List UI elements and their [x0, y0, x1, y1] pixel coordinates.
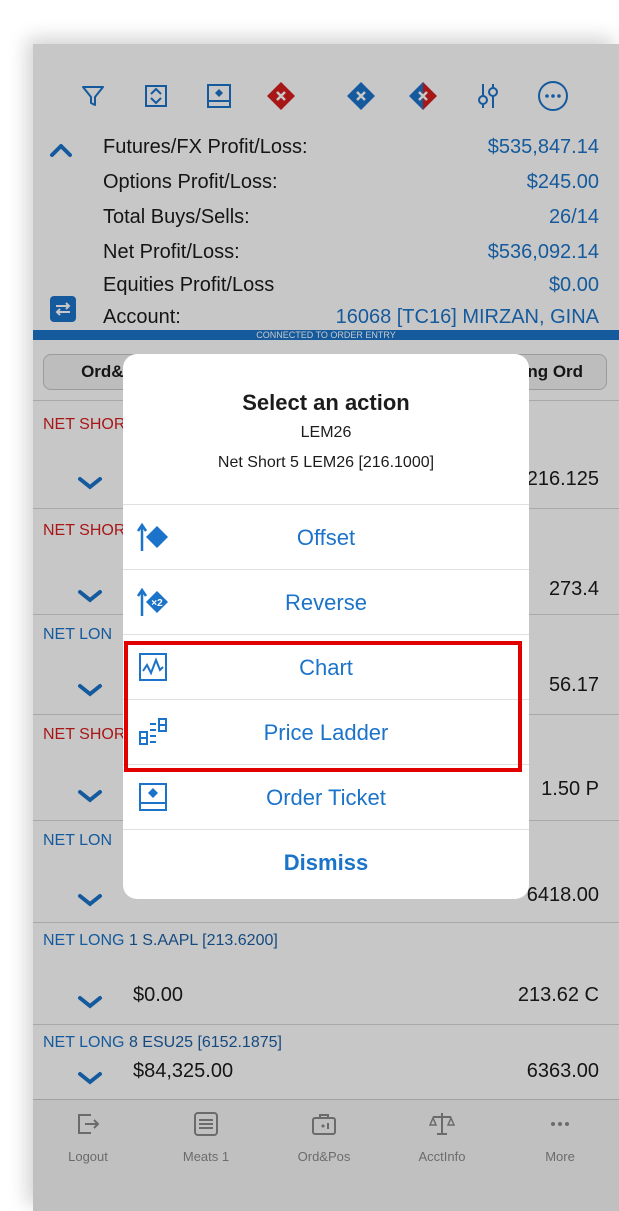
action-sheet-title: Select an action — [242, 390, 410, 415]
order-ticket-button[interactable]: Order Ticket — [123, 764, 529, 829]
offset-label: Offset — [296, 525, 356, 550]
highlight-box — [124, 641, 522, 772]
dismiss-button[interactable]: Dismiss — [123, 829, 529, 894]
reverse-label: Reverse — [285, 590, 367, 615]
app-screen: Futures/FX Profit/Loss: $535,847.14 Opti… — [33, 44, 619, 1211]
dismiss-label: Dismiss — [283, 850, 369, 875]
reverse-button[interactable]: ×2 Reverse — [123, 569, 529, 634]
action-sheet-detail: Net Short 5 LEM26 [216.1000] — [217, 454, 435, 471]
offset-button[interactable]: Offset — [123, 504, 529, 569]
action-sheet-symbol: LEM26 — [300, 424, 352, 441]
action-sheet: Select an action LEM26 Net Short 5 LEM26… — [123, 354, 529, 899]
order-ticket-label: Order Ticket — [266, 785, 386, 810]
